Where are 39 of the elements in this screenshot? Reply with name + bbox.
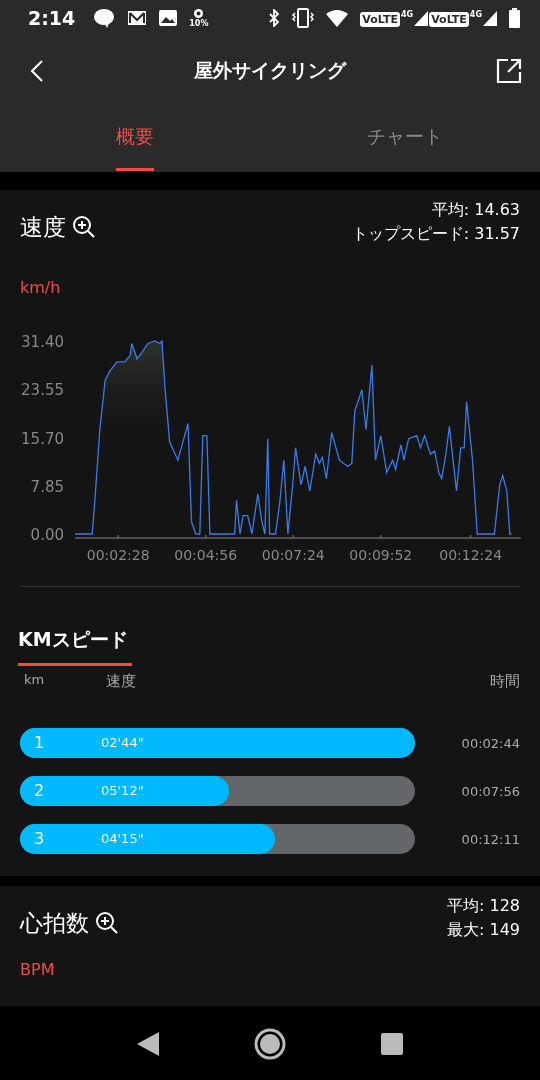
column-header: km [24, 672, 46, 689]
split-time: 00:12:11 [461, 831, 520, 847]
axis-label: 00:09:52 [349, 547, 413, 563]
section-title: 速度 [20, 212, 66, 242]
column-header: 速度 [106, 672, 137, 691]
section-title: 心拍数 [20, 908, 89, 938]
axis-label: 7.85 [30, 477, 64, 496]
tab[interactable]: 概要 [0, 106, 270, 172]
axis-label: 0.00 [30, 526, 64, 544]
pace-value: 04'15" [101, 831, 144, 846]
column-header: 時間 [490, 672, 520, 691]
network-type: 4G [469, 9, 482, 19]
status-time: 2:14 [28, 7, 76, 29]
axis-label: 00:04:56 [174, 547, 238, 563]
split-time: 00:02:44 [461, 735, 520, 751]
average-heart-rate: 平均: 128 [447, 895, 520, 917]
pace-value: 02'44" [101, 735, 144, 750]
pace-value: 05'12" [101, 783, 144, 798]
top-speed: トップスピード: 31.57 [351, 223, 520, 245]
km-number: 1 [34, 733, 45, 752]
volte-badge: VoLTE [360, 11, 401, 27]
axis-label: 31.40 [21, 333, 64, 351]
section-title: KMスピード [18, 627, 132, 666]
max-heart-rate: 最大: 149 [447, 919, 520, 941]
km-number: 3 [34, 829, 45, 848]
split-time: 00:07:56 [461, 783, 520, 799]
brightness-level: 10% [189, 19, 209, 28]
axis-label: 00:02:28 [86, 547, 150, 563]
average-speed: 平均: 14.63 [431, 199, 520, 221]
axis-label: 00:12:24 [439, 547, 503, 563]
axis-label: 15.70 [21, 429, 64, 448]
unit-label: km/h [19, 277, 62, 297]
network-type: 4G [401, 9, 414, 19]
axis-label: 00:07:24 [261, 547, 325, 563]
km-number: 2 [34, 781, 45, 800]
screen-title: 屋外サイクリング [193, 58, 348, 83]
tab[interactable]: チャート [270, 106, 540, 172]
axis-label: 23.55 [21, 381, 64, 400]
unit-label: BPM [19, 959, 56, 979]
